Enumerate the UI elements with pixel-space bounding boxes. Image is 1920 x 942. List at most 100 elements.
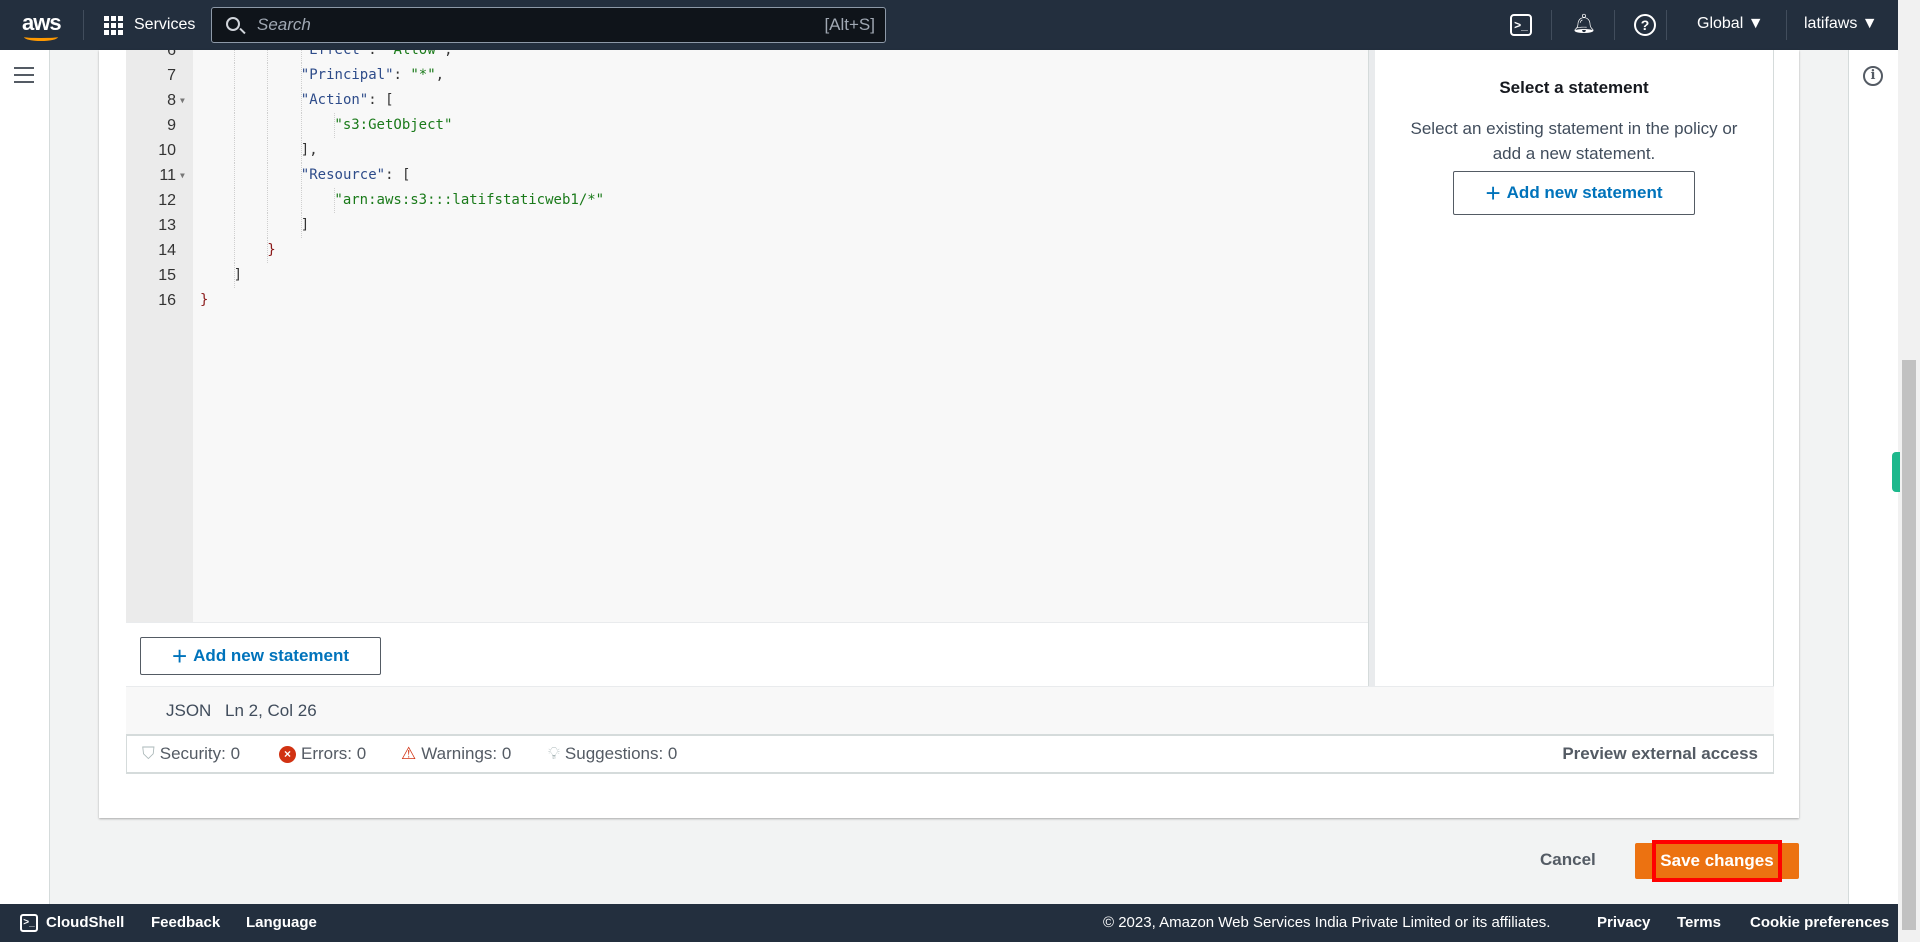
button-label: Add new statement [193, 646, 350, 665]
line-number: 14 [158, 242, 176, 259]
indent-guide [267, 213, 269, 238]
panel-resize-handle[interactable] [1368, 50, 1375, 686]
help-icon[interactable]: ? [1634, 14, 1656, 36]
feedback-link[interactable]: Feedback [151, 914, 220, 931]
line-number: 8 [167, 92, 176, 109]
highlight-box [1652, 840, 1782, 882]
warnings-count: Warnings: 0 [421, 744, 512, 763]
search-input[interactable]: Search [Alt+S] [211, 7, 886, 43]
cursor-position: Ln 2, Col 26 [225, 701, 317, 720]
code-line[interactable]: 9 "s3:GetObject" [126, 113, 1368, 138]
preview-external-access-button[interactable]: Preview external access [1562, 744, 1758, 764]
line-number: 13 [158, 217, 176, 234]
add-new-statement-button[interactable]: + Add new statement [140, 637, 381, 675]
code-line[interactable]: 12 "arn:aws:s3:::latifstaticweb1/*" [126, 188, 1368, 213]
divider [1666, 10, 1667, 40]
services-grid-icon[interactable] [104, 16, 123, 35]
indent-guide [267, 138, 269, 163]
indent-guide [233, 188, 235, 213]
hamburger-menu-icon[interactable] [14, 67, 34, 83]
lightbulb-icon: 💡︎ [548, 744, 560, 763]
info-icon[interactable]: i [1863, 66, 1883, 86]
code-text: "s3:GetObject" [334, 113, 452, 138]
terms-link[interactable]: Terms [1677, 914, 1721, 931]
code-token: } [267, 242, 276, 258]
feedback-tab[interactable] [1892, 452, 1900, 492]
statement-panel-description: Select an existing statement in the poli… [1410, 119, 1738, 163]
add-new-statement-button-panel[interactable]: + Add new statement [1453, 171, 1695, 215]
code-line[interactable]: 11 ▼ "Resource": [ [126, 163, 1368, 188]
fold-toggle-icon[interactable]: ▼ [180, 88, 185, 113]
errors-count: Errors: 0 [301, 744, 367, 763]
cloudshell-icon[interactable]: >_ [20, 914, 38, 932]
indent-guide [267, 63, 269, 88]
search-icon [226, 17, 240, 31]
code-token: : [393, 67, 411, 83]
language-mode: JSON [166, 701, 212, 720]
statement-panel-title: Select a statement [1499, 78, 1649, 97]
code-line[interactable]: 8 ▼ "Action": [ [126, 88, 1368, 113]
indent-guide [267, 163, 269, 188]
button-label: Add new statement [1506, 183, 1663, 202]
indent-guide [300, 113, 302, 138]
left-navigation [0, 50, 50, 904]
editor-add-area: + Add new statement [126, 622, 1368, 686]
code-line[interactable]: 16} [126, 288, 1368, 313]
indent-guide [233, 238, 235, 263]
indent-guide [233, 63, 235, 88]
fold-toggle-icon[interactable]: ▼ [180, 163, 185, 188]
code-text: ] [301, 213, 309, 238]
services-menu[interactable]: Services [134, 16, 195, 34]
code-text: ], [301, 138, 318, 163]
code-token: : [ [385, 167, 411, 183]
code-token: , [444, 50, 453, 58]
indent-guide [233, 50, 235, 63]
json-code-editor[interactable]: 6 "Effect": "Allow", 7 "Principal": "*", 8 ▼ "… [126, 50, 1368, 622]
divider [1614, 10, 1615, 40]
scrollbar-thumb[interactable] [1902, 360, 1916, 930]
bell-icon[interactable]: 🔔︎ [1572, 14, 1596, 36]
code-line[interactable]: 10], [126, 138, 1368, 163]
cloudshell-link[interactable]: CloudShell [46, 914, 124, 931]
indent-guide [233, 163, 235, 188]
code-token: } [200, 292, 209, 308]
errors-tab[interactable]: × Errors: 0 [279, 744, 366, 764]
code-token: : [ [368, 92, 394, 108]
language-link[interactable]: Language [246, 914, 317, 931]
search-placeholder: Search [257, 15, 311, 34]
privacy-link[interactable]: Privacy [1597, 914, 1650, 931]
code-token: ], [300, 142, 318, 158]
code-line[interactable]: 14} [126, 238, 1368, 263]
indent-guide [267, 188, 269, 213]
line-number: 16 [158, 292, 176, 309]
code-token: "Action" [300, 92, 369, 108]
code-token: "Allow" [385, 50, 445, 58]
region-selector[interactable]: Global ▼ [1697, 15, 1764, 33]
suggestions-tab[interactable]: 💡︎ Suggestions: 0 [548, 744, 677, 764]
cloudshell-icon[interactable]: >_ [1510, 14, 1532, 36]
code-token: ] [233, 267, 243, 283]
code-line[interactable]: 7 "Principal": "*", [126, 63, 1368, 88]
footer: >_ CloudShell Feedback Language © 2023, … [0, 904, 1898, 942]
cookie-preferences-link[interactable]: Cookie preferences [1750, 914, 1889, 931]
warnings-tab[interactable]: ⚠ Warnings: 0 [401, 744, 511, 764]
plus-icon: + [171, 641, 188, 671]
line-number: 12 [158, 192, 176, 209]
code-line[interactable]: 13] [126, 213, 1368, 238]
cancel-button[interactable]: Cancel [1540, 850, 1596, 870]
code-line[interactable]: 15] [126, 263, 1368, 288]
code-token: "Principal" [300, 67, 394, 83]
right-tools-rail [1848, 50, 1898, 904]
security-tab[interactable]: ⛉ Security: 0 [142, 744, 240, 764]
account-menu[interactable]: latifaws ▼ [1804, 15, 1878, 33]
code-text: ] [234, 263, 242, 288]
indent-guide [267, 50, 269, 63]
code-text: "Action": [ [301, 88, 394, 113]
code-text: } [200, 288, 208, 313]
code-text: "Principal": "*", [301, 63, 444, 88]
policy-validation-bar: ⛉ Security: 0 × Errors: 0 ⚠ Warnings: 0 💡︎ S… [126, 736, 1774, 774]
code-text: "arn:aws:s3:::latifstaticweb1/*" [334, 188, 604, 213]
line-number: 15 [158, 267, 176, 284]
search-shortcut: [Alt+S] [824, 15, 875, 34]
code-line[interactable]: 6 "Effect": "Allow", [126, 50, 1368, 63]
